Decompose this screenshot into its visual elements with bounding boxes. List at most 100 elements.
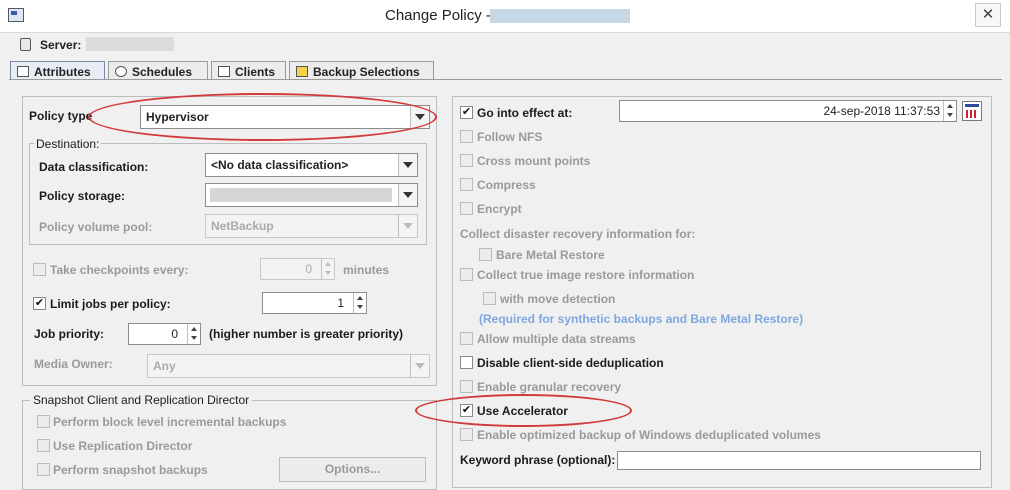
follow-nfs-label: Follow NFS (477, 130, 543, 144)
chevron-down-icon[interactable] (191, 336, 197, 340)
window-title: Change Policy - (385, 7, 491, 24)
tab-backup-selections-label: Backup Selections (313, 65, 420, 79)
clock-icon (115, 66, 127, 77)
media-owner-value: Any (153, 359, 176, 373)
tab-clients[interactable]: Clients (211, 61, 286, 80)
tab-backup-selections[interactable]: Backup Selections (289, 61, 434, 80)
bare-metal-checkbox[interactable] (479, 248, 492, 261)
chevron-up-icon[interactable] (191, 327, 197, 331)
policy-type-label: Policy type (29, 109, 93, 123)
priority-hint: (higher number is greater priority) (209, 327, 404, 341)
take-checkpoints-stepper[interactable]: 0 (260, 258, 335, 280)
limit-jobs-stepper[interactable]: 1 (262, 292, 367, 314)
media-owner-label: Media Owner: (34, 357, 113, 371)
optimized-checkbox[interactable] (460, 428, 473, 441)
policy-volume-pool-dropdown[interactable]: NetBackup (205, 214, 418, 238)
chevron-down-icon[interactable] (398, 184, 417, 206)
tab-clients-label: Clients (235, 65, 276, 79)
keyword-label: Keyword phrase (optional): (460, 453, 616, 467)
tab-divider (9, 79, 1002, 80)
compress-checkbox[interactable] (460, 178, 473, 191)
data-classification-dropdown[interactable]: <No data classification> (205, 153, 418, 177)
datetime-stepper[interactable] (943, 101, 956, 121)
take-checkpoints-checkbox[interactable] (33, 263, 46, 276)
perform-snapshot-label: Perform snapshot backups (53, 463, 208, 477)
backup-selections-icon (296, 66, 308, 77)
granular-checkbox[interactable] (460, 380, 473, 393)
chevron-down-icon[interactable] (357, 305, 363, 309)
tab-schedules[interactable]: Schedules (108, 61, 208, 80)
job-priority-stepper[interactable]: 0 (128, 323, 201, 345)
policy-storage-dropdown[interactable] (205, 183, 418, 207)
policy-volume-pool-label: Policy volume pool: (39, 220, 153, 234)
take-checkpoints-value: 0 (305, 262, 312, 276)
compress-label: Compress (477, 178, 536, 192)
clients-icon (218, 66, 230, 77)
tab-attributes[interactable]: Attributes (10, 61, 105, 80)
title-redacted-name (490, 9, 630, 23)
use-replication-checkbox[interactable] (37, 439, 50, 452)
allow-streams-checkbox[interactable] (460, 332, 473, 345)
cross-mount-checkbox[interactable] (460, 154, 473, 167)
go-into-effect-label: Go into effect at: (477, 106, 573, 120)
attributes-icon (17, 66, 29, 77)
tab-schedules-label: Schedules (132, 65, 193, 79)
destination-title: Destination: (34, 137, 102, 151)
with-move-checkbox[interactable] (483, 292, 496, 305)
chevron-down-icon[interactable] (325, 271, 331, 275)
encrypt-checkbox[interactable] (460, 202, 473, 215)
go-into-effect-checkbox[interactable]: ✔ (460, 106, 473, 119)
perform-block-checkbox[interactable] (37, 415, 50, 428)
policy-storage-label: Policy storage: (39, 189, 126, 203)
chevron-down-icon[interactable] (947, 113, 953, 117)
keyword-input[interactable] (617, 451, 981, 470)
stepper-buttons[interactable] (321, 259, 334, 279)
stepper-buttons[interactable] (187, 324, 200, 344)
required-note: (Required for synthetic backups and Bare… (479, 312, 804, 326)
limit-jobs-value: 1 (337, 296, 344, 310)
minutes-label: minutes (343, 263, 390, 277)
stepper-buttons[interactable] (353, 293, 366, 313)
job-priority-label: Job priority: (34, 327, 105, 341)
chevron-down-icon[interactable] (410, 355, 429, 377)
media-owner-dropdown[interactable]: Any (147, 354, 430, 378)
collect-tir-checkbox[interactable] (460, 268, 473, 281)
server-label: Server: (40, 38, 82, 52)
options-button[interactable]: Options... (279, 457, 426, 482)
chevron-down-icon[interactable] (398, 215, 417, 237)
data-classification-value: <No data classification> (211, 158, 349, 172)
snapshot-title: Snapshot Client and Replication Director (30, 393, 253, 407)
cross-mount-label: Cross mount points (477, 154, 591, 168)
allow-streams-label: Allow multiple data streams (477, 332, 636, 346)
job-priority-value: 0 (171, 327, 178, 341)
limit-jobs-checkbox[interactable]: ✔ (33, 297, 46, 310)
collect-tir-label: Collect true image restore information (477, 268, 695, 282)
go-into-effect-value: 24-sep-2018 11:37:53 (823, 104, 940, 118)
bare-metal-label: Bare Metal Restore (496, 248, 605, 262)
data-classification-label: Data classification: (39, 160, 149, 174)
granular-label: Enable granular recovery (477, 380, 622, 394)
use-replication-label: Use Replication Director (53, 439, 193, 453)
app-icon (8, 8, 24, 22)
go-into-effect-datetime[interactable]: 24-sep-2018 11:37:53 (619, 100, 957, 122)
highlight-oval-policy-type (88, 93, 437, 141)
chevron-up-icon[interactable] (325, 262, 331, 266)
with-move-label: with move detection (500, 292, 616, 306)
tab-attributes-label: Attributes (34, 65, 91, 79)
chevron-down-icon[interactable] (398, 154, 417, 176)
chevron-up-icon[interactable] (357, 296, 363, 300)
chevron-up-icon[interactable] (947, 104, 953, 108)
perform-snapshot-checkbox[interactable] (37, 463, 50, 476)
disable-dedup-label: Disable client-side deduplication (477, 356, 664, 370)
perform-block-label: Perform block level incremental backups (53, 415, 287, 429)
server-name-redacted (86, 37, 174, 51)
follow-nfs-checkbox[interactable] (460, 130, 473, 143)
encrypt-label: Encrypt (477, 202, 522, 216)
highlight-oval-accelerator (415, 394, 632, 427)
calendar-icon[interactable] (962, 101, 982, 121)
disable-dedup-checkbox[interactable] (460, 356, 473, 369)
optimized-label: Enable optimized backup of Windows dedup… (477, 428, 821, 442)
server-icon (20, 38, 31, 51)
policy-volume-pool-value: NetBackup (211, 219, 274, 233)
close-button[interactable]: ✕ (975, 3, 1001, 27)
